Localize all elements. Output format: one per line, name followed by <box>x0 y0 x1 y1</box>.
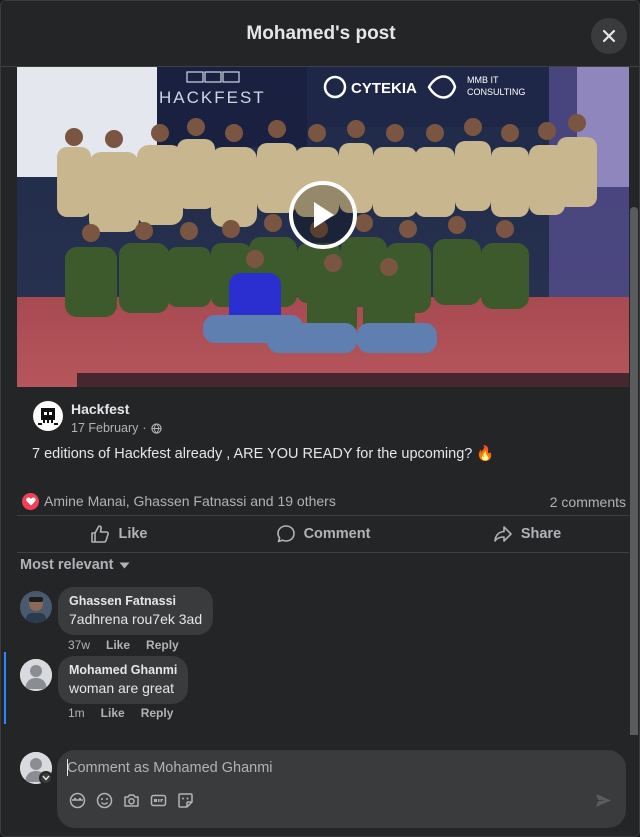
post-author-name[interactable]: Hackfest <box>71 401 129 417</box>
comment-time[interactable]: 37w <box>68 638 90 652</box>
share-button[interactable]: Share <box>425 516 629 552</box>
gif-button[interactable] <box>150 792 167 809</box>
caret-down-icon <box>119 562 130 568</box>
close-button[interactable] <box>591 18 627 54</box>
composer-tools <box>69 792 194 809</box>
comment-bubble: Mohamed Ghanmi woman are great <box>58 656 189 704</box>
scrollbar-thumb[interactable] <box>630 207 638 735</box>
close-icon <box>602 29 616 43</box>
photo-button[interactable] <box>123 792 140 809</box>
comment-text: woman are great <box>69 680 175 696</box>
comment-author[interactable]: Mohamed Ghanmi <box>69 663 177 677</box>
skull-logo-icon <box>38 408 58 425</box>
share-icon <box>494 526 512 542</box>
thumbs-up-icon <box>91 525 110 543</box>
banner-consulting-text: CONSULTING <box>467 87 525 97</box>
commenter-avatar[interactable] <box>20 591 52 623</box>
comment-input-box <box>57 750 626 828</box>
send-comment-button[interactable] <box>595 792 612 814</box>
comment-meta: 37w Like Reply <box>68 638 179 652</box>
profile-switch-badge[interactable] <box>39 771 53 785</box>
post-meta: 17 February · <box>71 421 162 435</box>
comment-composer <box>1 735 639 836</box>
dialog-title: Mohamed's post <box>246 22 396 44</box>
comment-sort-dropdown[interactable]: Most relevant <box>20 557 130 573</box>
camera-icon <box>124 794 139 807</box>
gif-icon <box>150 794 167 807</box>
comment-input[interactable] <box>67 757 607 779</box>
post-action-bar: Like Comment Share <box>17 515 629 553</box>
avatar-sticker-icon <box>69 792 86 809</box>
video-thumbnail[interactable]: HACKFEST CYTEKIA MMB IT CONSULTING <box>17 67 629 387</box>
sort-label: Most relevant <box>20 557 114 573</box>
avatar-sticker-button[interactable] <box>69 792 86 809</box>
play-button[interactable] <box>289 181 357 249</box>
comment-like-button[interactable]: Like <box>106 638 130 652</box>
emoji-button[interactable] <box>96 792 113 809</box>
share-label: Share <box>520 526 562 542</box>
globe-icon <box>150 422 162 434</box>
hackfest-avatar[interactable] <box>33 401 63 431</box>
comment-button[interactable]: Comment <box>221 516 425 552</box>
comment-author[interactable]: Ghassen Fatnassi <box>69 594 202 608</box>
banner-cytekia-text: CYTEKIA <box>351 80 417 97</box>
banner-hackfest-text: HACKFEST <box>159 88 266 107</box>
post-dialog: Mohamed's post HACKFEST CYTEKIA MMB IT C… <box>0 0 640 837</box>
reactions-row: Amine Manai, Ghassen Fatnassi and 19 oth… <box>1 483 639 519</box>
dialog-header: Mohamed's post <box>1 1 639 67</box>
play-icon <box>314 202 334 228</box>
banner-mmb-text: MMB IT <box>467 75 499 85</box>
text-caret <box>67 759 68 776</box>
comment-item: Mohamed Ghanmi woman are great 1m Like R… <box>1 656 639 722</box>
post-date[interactable]: 17 February <box>71 421 138 435</box>
send-icon <box>596 794 611 807</box>
emoji-icon <box>96 792 113 809</box>
comment-like-button[interactable]: Like <box>101 706 125 720</box>
comment-text: 7adhrena rou7ek 3ad <box>69 611 203 627</box>
post-scroll-area[interactable]: HACKFEST CYTEKIA MMB IT CONSULTING Hackf… <box>1 67 639 735</box>
post-author-card: Hackfest 17 February · 7 editions of Hac… <box>17 387 629 483</box>
post-text: 7 editions of Hackfest already , ARE YOU… <box>32 446 495 462</box>
separator-dot: · <box>142 421 147 435</box>
comment-label: Comment <box>303 526 371 542</box>
comment-item: Ghassen Fatnassi 7adhrena rou7ek 3ad 37w… <box>1 587 639 653</box>
comment-reply-button[interactable]: Reply <box>141 706 174 720</box>
sticker-icon <box>178 793 193 808</box>
comment-time[interactable]: 1m <box>68 706 85 720</box>
comment-meta: 1m Like Reply <box>68 706 173 720</box>
chevron-down-icon <box>42 775 50 781</box>
comment-icon <box>276 525 295 543</box>
sticker-button[interactable] <box>177 792 194 809</box>
commenter-avatar[interactable] <box>20 659 52 691</box>
reaction-names[interactable]: Amine Manai, Ghassen Fatnassi and 19 oth… <box>44 493 336 509</box>
comments-count[interactable]: 2 comments <box>550 494 626 510</box>
like-button[interactable]: Like <box>17 516 221 552</box>
comment-bubble: Ghassen Fatnassi 7adhrena rou7ek 3ad <box>58 587 214 635</box>
comment-reply-button[interactable]: Reply <box>146 638 179 652</box>
like-label: Like <box>118 526 148 542</box>
love-reaction-icon[interactable] <box>22 493 39 510</box>
